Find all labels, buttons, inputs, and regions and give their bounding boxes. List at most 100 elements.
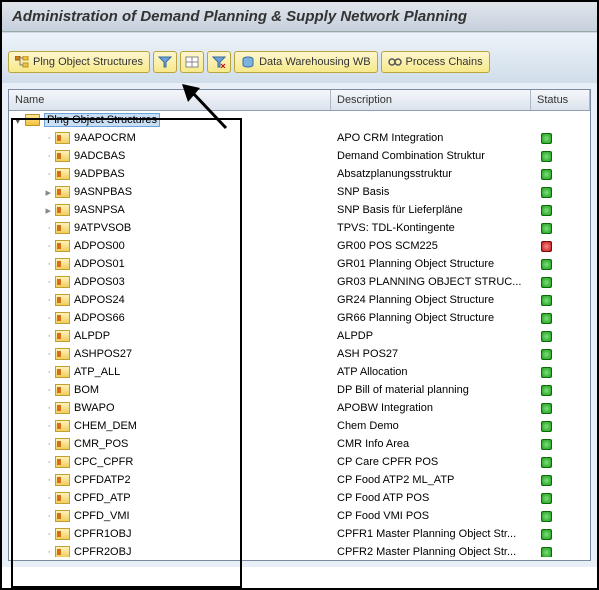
folder-icon <box>25 114 40 126</box>
structure-icon <box>55 186 70 198</box>
column-header-status[interactable]: Status <box>531 90 590 110</box>
toolbar: Plng Object Structures Data Warehousing … <box>2 32 597 83</box>
tree-expand-icon: · <box>15 348 55 360</box>
tree-expand-icon[interactable]: ▸ <box>15 204 55 217</box>
tree-row-code: BWAPO <box>74 402 115 414</box>
status-indicator <box>541 151 552 162</box>
status-indicator <box>541 331 552 342</box>
tree-row[interactable]: ·ADPOS66GR66 Planning Object Structure <box>9 309 590 327</box>
tree-expand-icon: · <box>15 528 55 540</box>
tree-row-description: TPVS: TDL-Kontingente <box>331 222 531 234</box>
status-indicator <box>541 349 552 360</box>
column-header-name[interactable]: Name <box>9 90 331 110</box>
tree-row[interactable]: ·9ADPBASAbsatzplanungsstruktur <box>9 165 590 183</box>
tree-row[interactable]: ·ADPOS01GR01 Planning Object Structure <box>9 255 590 273</box>
tree-expand-icon: · <box>15 330 55 342</box>
filter-clear-button[interactable] <box>207 51 231 73</box>
process-chains-button[interactable]: Process Chains <box>381 51 490 73</box>
status-indicator <box>541 169 552 180</box>
page-title: Administration of Demand Planning & Supp… <box>2 2 597 32</box>
tree-row[interactable]: ·CPFD_VMICP Food VMI POS <box>9 507 590 525</box>
tree-row[interactable]: ·CHEM_DEMChem Demo <box>9 417 590 435</box>
grid-icon <box>185 56 199 68</box>
tree-row-code: 9ADPBAS <box>74 168 125 180</box>
structure-icon <box>55 240 70 252</box>
structure-icon <box>55 258 70 270</box>
structure-icon <box>55 474 70 486</box>
tree-collapse-icon[interactable]: ▾ <box>15 114 25 127</box>
tree-row-code: CPFDATP2 <box>74 474 131 486</box>
tree-row-code: ASHPOS27 <box>74 348 132 360</box>
tree-row[interactable]: ·ALPDPALPDP <box>9 327 590 345</box>
structure-icon <box>55 366 70 378</box>
structure-icon <box>55 528 70 540</box>
tree-root-label[interactable]: Plng Object Structures <box>44 113 160 127</box>
tree-row[interactable]: ·ADPOS03GR03 PLANNING OBJECT STRUC... <box>9 273 590 291</box>
status-indicator <box>541 457 552 468</box>
tree-row[interactable]: ·BOMDP Bill of material planning <box>9 381 590 399</box>
tree-row[interactable]: ·9ATPVSOBTPVS: TDL-Kontingente <box>9 219 590 237</box>
tree-row-description: CP Food ATP2 ML_ATP <box>331 474 531 486</box>
filter-button[interactable] <box>153 51 177 73</box>
tree-row[interactable]: ·9AAPOCRMAPO CRM Integration <box>9 129 590 147</box>
tree-row[interactable]: ·CPFDATP2CP Food ATP2 ML_ATP <box>9 471 590 489</box>
tree-row[interactable]: ▸ 9ASNPSA SNP Basis für Lieferpläne <box>9 201 590 219</box>
structure-icon <box>55 294 70 306</box>
tree-grid: Name Description Status ▾ Plng Object Str… <box>8 89 591 561</box>
structure-icon <box>55 330 70 342</box>
tree-row-code: 9ASNPSA <box>74 204 125 216</box>
tree-row-description: CPFR2 Master Planning Object Str... <box>331 546 531 557</box>
tree-row[interactable]: ·9ADCBASDemand Combination Struktur <box>9 147 590 165</box>
column-header-description[interactable]: Description <box>331 90 531 110</box>
tree-row-description: SNP Basis <box>331 186 531 198</box>
status-indicator <box>541 295 552 306</box>
status-indicator <box>541 511 552 522</box>
tree-row-description: GR66 Planning Object Structure <box>331 312 531 324</box>
tree-row-description: APOBW Integration <box>331 402 531 414</box>
tree-expand-icon: · <box>15 294 55 306</box>
tree-row-description: GR03 PLANNING OBJECT STRUC... <box>331 276 531 288</box>
plng-object-structures-button[interactable]: Plng Object Structures <box>8 51 150 73</box>
status-indicator <box>541 313 552 324</box>
tree-expand-icon: · <box>15 366 55 378</box>
tree-expand-icon: · <box>15 240 55 252</box>
status-indicator <box>541 259 552 270</box>
tree-row[interactable]: · CPC_CPFR CP Care CPFR POS <box>9 453 590 471</box>
tree-expand-icon: · <box>15 312 55 324</box>
tree-row-description: Absatzplanungsstruktur <box>331 168 531 180</box>
tree-row-description: SNP Basis für Lieferpläne <box>331 204 531 216</box>
tree-row-code: ADPOS24 <box>74 294 125 306</box>
status-indicator <box>541 493 552 504</box>
tree-row-description: GR00 POS SCM225 <box>331 240 531 252</box>
tree-row-description: ASH POS27 <box>331 348 531 360</box>
status-indicator <box>541 133 552 144</box>
plng-object-structures-label: Plng Object Structures <box>33 56 143 68</box>
tree-row-description: ALPDP <box>331 330 531 342</box>
tree-expand-icon: · <box>15 456 55 468</box>
tree-row-description: DP Bill of material planning <box>331 384 531 396</box>
view-button[interactable] <box>180 51 204 73</box>
structure-icon <box>55 312 70 324</box>
tree-expand-icon: · <box>15 132 55 144</box>
tree-row-description: CP Care CPFR POS <box>331 456 531 468</box>
tree-row[interactable]: ·ADPOS24GR24 Planning Object Structure <box>9 291 590 309</box>
tree-row[interactable]: ·ATP_ALLATP Allocation <box>9 363 590 381</box>
tree-row-code: ATP_ALL <box>74 366 120 378</box>
tree-row[interactable]: ·CPFR1OBJCPFR1 Master Planning Object St… <box>9 525 590 543</box>
status-indicator <box>541 223 552 234</box>
data-warehousing-button[interactable]: Data Warehousing WB <box>234 51 377 73</box>
status-indicator <box>541 187 552 198</box>
tree-row[interactable]: ·CMR_POSCMR Info Area <box>9 435 590 453</box>
tree-row[interactable]: ·BWAPOAPOBW Integration <box>9 399 590 417</box>
grid-header: Name Description Status <box>9 90 590 111</box>
tree-row[interactable]: ·CPFR2OBJCPFR2 Master Planning Object St… <box>9 543 590 557</box>
tree-row[interactable]: ·ADPOS00GR00 POS SCM225 <box>9 237 590 255</box>
tree-expand-icon[interactable]: ▸ <box>15 186 55 199</box>
tree-row[interactable]: ·CPFD_ATPCP Food ATP POS <box>9 489 590 507</box>
tree-row[interactable]: · ASHPOS27 ASH POS27 <box>9 345 590 363</box>
structure-icon <box>55 168 70 180</box>
tree-row[interactable]: ▸9ASNPBASSNP Basis <box>9 183 590 201</box>
status-indicator <box>541 529 552 540</box>
structure-icon <box>55 402 70 414</box>
tree-row-code: CPC_CPFR <box>74 456 133 468</box>
